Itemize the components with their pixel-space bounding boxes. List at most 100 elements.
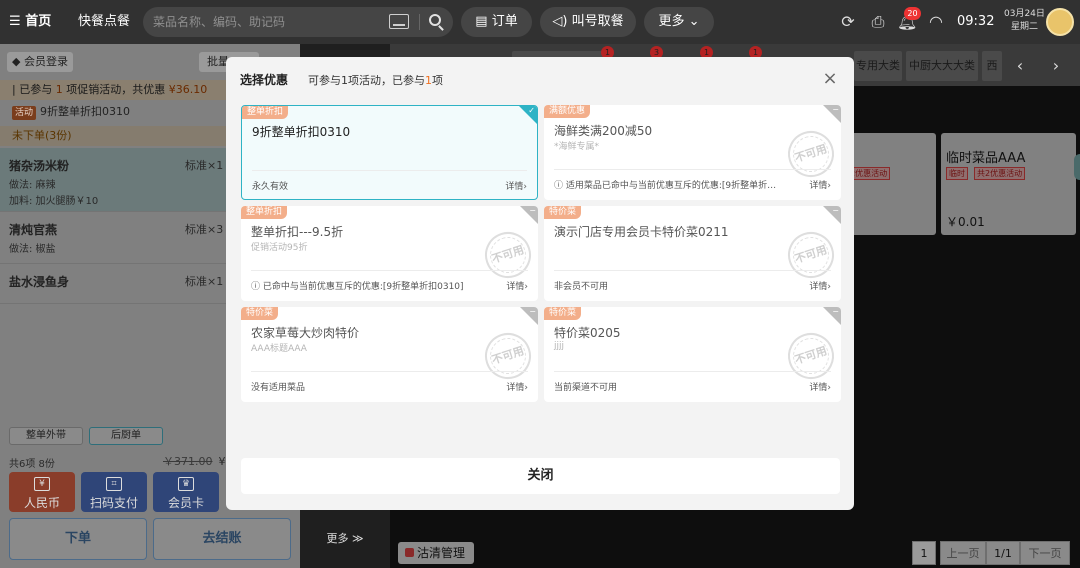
coupon-footer: 没有适用菜品 — [251, 383, 306, 393]
tab-kitchen[interactable]: 后厨单 — [89, 427, 163, 445]
member-login-button[interactable]: ◆ 会员登录 — [7, 52, 73, 72]
promo-amount: ¥36.10 — [168, 83, 208, 96]
dish-card-name: 临时菜品AAA — [946, 151, 1026, 166]
search-box[interactable]: 菜品名称、编码、助记码 — [143, 7, 453, 37]
diamond-icon: ◆ — [12, 55, 24, 68]
tab-takeout[interactable]: 整单外带 — [9, 427, 83, 445]
home-button[interactable]: ☰ 首页 — [9, 0, 51, 44]
search-input[interactable]: 菜品名称、编码、助记码 — [153, 7, 285, 37]
coupon-desc: *海鲜专属* — [554, 142, 600, 152]
dish-card[interactable]: 临时菜品AAA 临时 共2优惠活动 ￥0.01 — [941, 133, 1076, 235]
wifi-icon: ◠ — [929, 12, 943, 31]
details-label: 详情 — [809, 282, 828, 292]
place-order-button[interactable]: 下单 — [9, 518, 147, 560]
chevron-down-icon: ⌄ — [684, 14, 700, 29]
orders-button[interactable]: ▤ 订单 — [461, 7, 532, 37]
promo-tag: 共2优惠活动 — [974, 167, 1026, 180]
unavailable-stamp: 不可用 — [782, 327, 840, 385]
category-tab[interactable]: 西 — [982, 51, 1002, 81]
coupon-name: 演示门店专用会员卡特价菜0211 — [554, 225, 729, 239]
coupon-name: 整单折扣---9.5折 — [251, 225, 344, 239]
coupon-details-link[interactable]: 详情› — [809, 279, 831, 292]
unavailable-stamp: 不可用 — [479, 226, 537, 284]
divider — [251, 371, 528, 372]
call-number-button[interactable]: ◁) 叫号取餐 — [540, 7, 636, 37]
page-current[interactable]: 1 — [912, 541, 936, 565]
yuan-icon: ¥ — [34, 477, 50, 491]
minus-icon: − — [529, 307, 536, 316]
pay-scan-button[interactable]: ⌗ 扫码支付 — [81, 472, 147, 512]
coupon-card[interactable]: 满额优惠 − 不可用 海鲜类满200减50 *海鲜专属* ⓘ 适用菜品已命中与当… — [544, 105, 841, 200]
pay-member-card-button[interactable]: ♛ 会员卡 — [153, 472, 219, 512]
coupon-footer: ⓘ 已命中与当前优惠互斥的优惠:[9折整单折扣0310] — [251, 282, 464, 292]
coupon-card[interactable]: 整单折扣 − 不可用 整单折扣---9.5折 促销活动95折 ⓘ 已命中与当前优… — [241, 206, 538, 301]
coupon-details-link[interactable]: 详情› — [506, 279, 528, 292]
sold-out-management-button[interactable]: 沽清管理 — [398, 542, 474, 564]
close-icon[interactable]: × — [820, 69, 840, 89]
details-label: 详情 — [506, 383, 525, 393]
coupon-type-tag: 整单折扣 — [242, 106, 289, 119]
coupon-name: 9折整单折扣0310 — [252, 125, 351, 139]
coupon-name: 农家草莓大炒肉特价 — [251, 326, 360, 340]
category-tab[interactable]: 中厨大大大类 — [906, 51, 978, 81]
keyboard-icon[interactable] — [389, 14, 409, 29]
coupon-card[interactable]: 特价菜 − 不可用 演示门店专用会员卡特价菜0211 非会员不可用 详情› — [544, 206, 841, 301]
next-page-button[interactable]: 下一页 — [1020, 541, 1070, 565]
scan-icon: ⌗ — [106, 477, 122, 491]
coupon-card[interactable]: 整单折扣 ✓ 9折整单折扣0310 永久有效 详情› — [241, 105, 538, 200]
promo-count: 1 — [55, 83, 63, 96]
coupon-type-tag: 整单折扣 — [241, 206, 288, 219]
coupon-footer: ⓘ 适用菜品已命中与当前优惠互斥的优惠:[9折整单折扣0310] — [554, 181, 784, 191]
more-button[interactable]: 更多 ⌄ — [644, 7, 714, 37]
checkout-button[interactable]: 去结账 — [153, 518, 291, 560]
dish-name: 猪杂汤米粉 — [9, 159, 70, 173]
dish-card[interactable]: 2优惠活动 — [841, 133, 936, 235]
dish-qty: 标准×3 — [185, 223, 224, 236]
dish-method: 做法: 椒盐 — [9, 244, 56, 255]
avatar[interactable] — [1046, 8, 1074, 36]
top-bar: ☰ 首页 快餐点餐 菜品名称、编码、助记码 ▤ 订单 ◁) 叫号取餐 更多 ⌄ … — [0, 0, 1080, 44]
more-label: 更多 — [658, 14, 685, 29]
unavailable-stamp: 不可用 — [479, 327, 537, 385]
minus-icon: − — [832, 105, 839, 114]
close-button[interactable]: 关闭 — [241, 458, 840, 494]
chevron-left-icon[interactable]: ‹ — [1005, 51, 1035, 81]
coupon-type-tag: 特价菜 — [544, 307, 582, 320]
minus-icon: − — [832, 206, 839, 215]
more-categories-button[interactable]: 更多 ≫ — [300, 530, 390, 545]
refresh-icon[interactable]: ⟳ — [838, 12, 858, 32]
side-handle[interactable] — [1074, 154, 1080, 180]
chevron-right-icon[interactable]: › — [1041, 51, 1071, 81]
check-icon: ✓ — [528, 106, 535, 115]
coupon-type-tag: 特价菜 — [544, 206, 582, 219]
orders-label: 订单 — [491, 14, 518, 29]
pay-scan-label: 扫码支付 — [89, 496, 138, 510]
temp-tag: 临时 — [946, 167, 968, 180]
pay-cash-button[interactable]: ¥ 人民币 — [9, 472, 75, 512]
coupon-desc: AAA标题AAA — [251, 344, 307, 354]
divider — [554, 371, 831, 372]
category-tab[interactable]: 专用大类 — [854, 51, 902, 81]
dish-qty: 标准×1 — [185, 275, 224, 288]
dish-name: 盐水浸鱼身 — [9, 275, 70, 289]
search-icon[interactable] — [429, 14, 441, 26]
coupon-details-link[interactable]: 详情› — [505, 179, 527, 192]
divider — [554, 270, 831, 271]
dish-method: 做法: 麻辣 — [9, 180, 56, 191]
coupon-name: 特价菜0205 — [554, 326, 621, 340]
unavailable-stamp: 不可用 — [782, 226, 840, 284]
subtitle-post: 项 — [432, 74, 443, 87]
printer-icon[interactable]: ⎙ — [868, 12, 888, 32]
chevron-right-icon: › — [524, 282, 528, 292]
dialog-title: 选择优惠 — [240, 73, 289, 87]
coupon-card[interactable]: 特价菜 − 不可用 特价菜0205 jjjj 当前渠道不可用 详情› — [544, 307, 841, 402]
dish-name: 清炖官燕 — [9, 223, 58, 237]
coupon-details-link[interactable]: 详情› — [506, 380, 528, 393]
coupon-card[interactable]: 特价菜 − 不可用 农家草莓大炒肉特价 AAA标题AAA 没有适用菜品 详情› — [241, 307, 538, 402]
coupon-name: 海鲜类满200减50 — [554, 124, 653, 138]
chevron-right-icon: › — [827, 383, 831, 393]
coupon-details-link[interactable]: 详情› — [809, 380, 831, 393]
minus-icon: − — [529, 206, 536, 215]
coupon-details-link[interactable]: 详情› — [809, 178, 831, 191]
prev-page-button[interactable]: 上一页 — [940, 541, 986, 565]
